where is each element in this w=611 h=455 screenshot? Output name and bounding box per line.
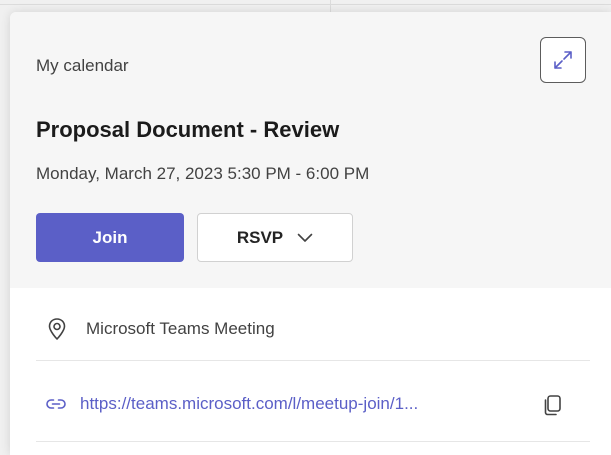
- link-icon: [46, 399, 66, 409]
- event-header-section: My calendar Proposal Document - Review M…: [10, 12, 611, 288]
- divider: [36, 441, 590, 442]
- location-pin-icon: [48, 318, 66, 340]
- event-title: Proposal Document - Review: [36, 117, 340, 142]
- divider: [36, 360, 590, 361]
- calendar-label: My calendar: [36, 56, 129, 75]
- event-datetime: Monday, March 27, 2023 5:30 PM - 6:00 PM: [36, 164, 370, 183]
- expand-icon: [554, 51, 572, 69]
- expand-button[interactable]: [540, 37, 586, 83]
- location-text: Microsoft Teams Meeting: [86, 319, 275, 338]
- meeting-link-row[interactable]: https://teams.microsoft.com/l/meetup-joi…: [36, 384, 590, 424]
- event-popup-card: My calendar Proposal Document - Review M…: [10, 12, 611, 455]
- meeting-link[interactable]: https://teams.microsoft.com/l/meetup-joi…: [80, 394, 418, 414]
- join-button-label: Join: [92, 227, 128, 247]
- join-button[interactable]: Join: [36, 213, 184, 262]
- copy-icon[interactable]: [542, 393, 564, 417]
- grid-line: [0, 4, 611, 5]
- rsvp-button[interactable]: RSVP: [197, 213, 353, 262]
- rsvp-button-label: RSVP: [236, 227, 284, 247]
- location-row: Microsoft Teams Meeting: [36, 307, 590, 351]
- chevron-down-icon: [297, 233, 313, 243]
